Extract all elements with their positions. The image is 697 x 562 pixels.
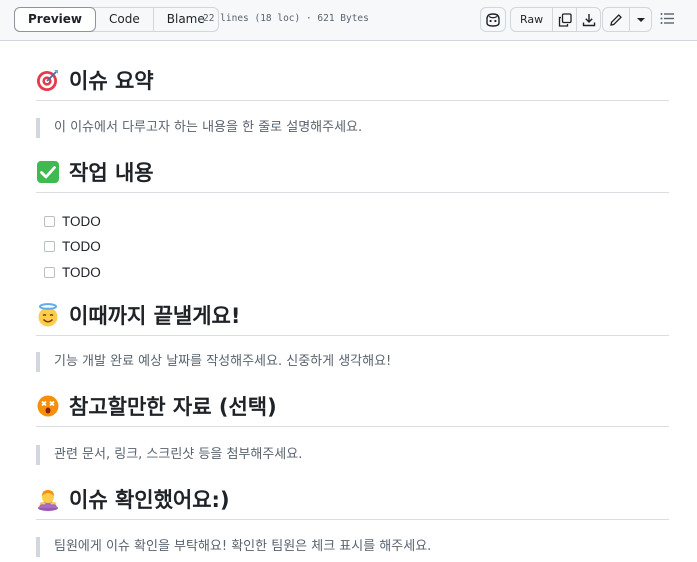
edit-button-group — [602, 7, 652, 32]
download-icon — [582, 13, 595, 26]
blockquote-references: 관련 문서, 링크, 스크린샷 등을 첨부해주세요. — [36, 445, 669, 465]
heading-text: 이슈 확인했어요:) — [69, 488, 230, 512]
smiling-face-with-halo-icon — [36, 303, 60, 327]
raw-label: Raw — [520, 13, 544, 26]
task-list-item: TODO — [44, 237, 101, 255]
tab-code[interactable]: Code — [96, 8, 153, 31]
blockquote-issue-confirmed: 팀원에게 이슈 확인을 부탁해요! 확인한 팀원은 체크 표시를 해주세요. — [36, 537, 669, 557]
blockquote-issue-summary: 이 이슈에서 다루고자 하는 내용을 한 줄로 설명해주세요. — [36, 118, 669, 138]
heading-text: 작업 내용 — [69, 161, 154, 185]
download-button[interactable] — [576, 8, 600, 31]
raw-copy-download-group: Raw — [510, 7, 602, 32]
direct-hit-icon — [36, 68, 60, 92]
triangle-down-icon — [636, 17, 645, 22]
section-heading-issue-summary: 이슈 요약 — [36, 64, 669, 101]
file-meta: 22 lines (18 loc) · 621 Bytes — [203, 13, 369, 24]
task-checkbox[interactable] — [44, 240, 55, 252]
heading-text: 이슈 요약 — [69, 69, 154, 93]
section-heading-references: 참고할만한 자료 (선택) — [36, 390, 669, 427]
edit-options-button[interactable] — [629, 8, 651, 31]
copilot-button[interactable] — [480, 7, 506, 32]
blockquote-deadline: 기능 개발 완료 예상 날짜를 작성해주세요. 신중하게 생각해요! — [36, 352, 669, 372]
task-label: TODO — [62, 264, 101, 280]
view-mode-switcher: Preview Code Blame — [14, 7, 219, 32]
pencil-icon — [610, 13, 622, 26]
copy-button[interactable] — [552, 8, 576, 31]
tab-preview[interactable]: Preview — [14, 7, 97, 32]
section-heading-issue-confirmed: 이슈 확인했어요:) — [36, 483, 669, 520]
list-unordered-icon — [660, 13, 674, 24]
section-heading-deadline: 이때까지 끝낼게요! — [36, 299, 669, 336]
heading-text: 이때까지 끝낼게요! — [69, 304, 241, 328]
copilot-icon — [486, 12, 500, 27]
heading-text: 참고할만한 자료 (선택) — [69, 395, 277, 419]
task-list-item: TODO — [44, 263, 101, 281]
person-bowing-icon — [36, 487, 60, 511]
task-list-item: TODO — [44, 212, 101, 230]
file-toolbar: Preview Code Blame 22 lines (18 loc) · 6… — [0, 0, 697, 41]
raw-button[interactable]: Raw — [511, 8, 552, 31]
copy-icon — [558, 12, 572, 27]
task-checkbox[interactable] — [44, 266, 55, 278]
task-label: TODO — [62, 213, 101, 229]
task-checkbox[interactable] — [44, 215, 55, 227]
section-heading-work-content: 작업 내용 — [36, 156, 669, 193]
dizzy-face-icon — [36, 394, 60, 418]
edit-button[interactable] — [603, 8, 629, 31]
outline-button[interactable] — [660, 12, 675, 25]
task-label: TODO — [62, 238, 101, 254]
check-mark-button-icon — [36, 160, 60, 184]
